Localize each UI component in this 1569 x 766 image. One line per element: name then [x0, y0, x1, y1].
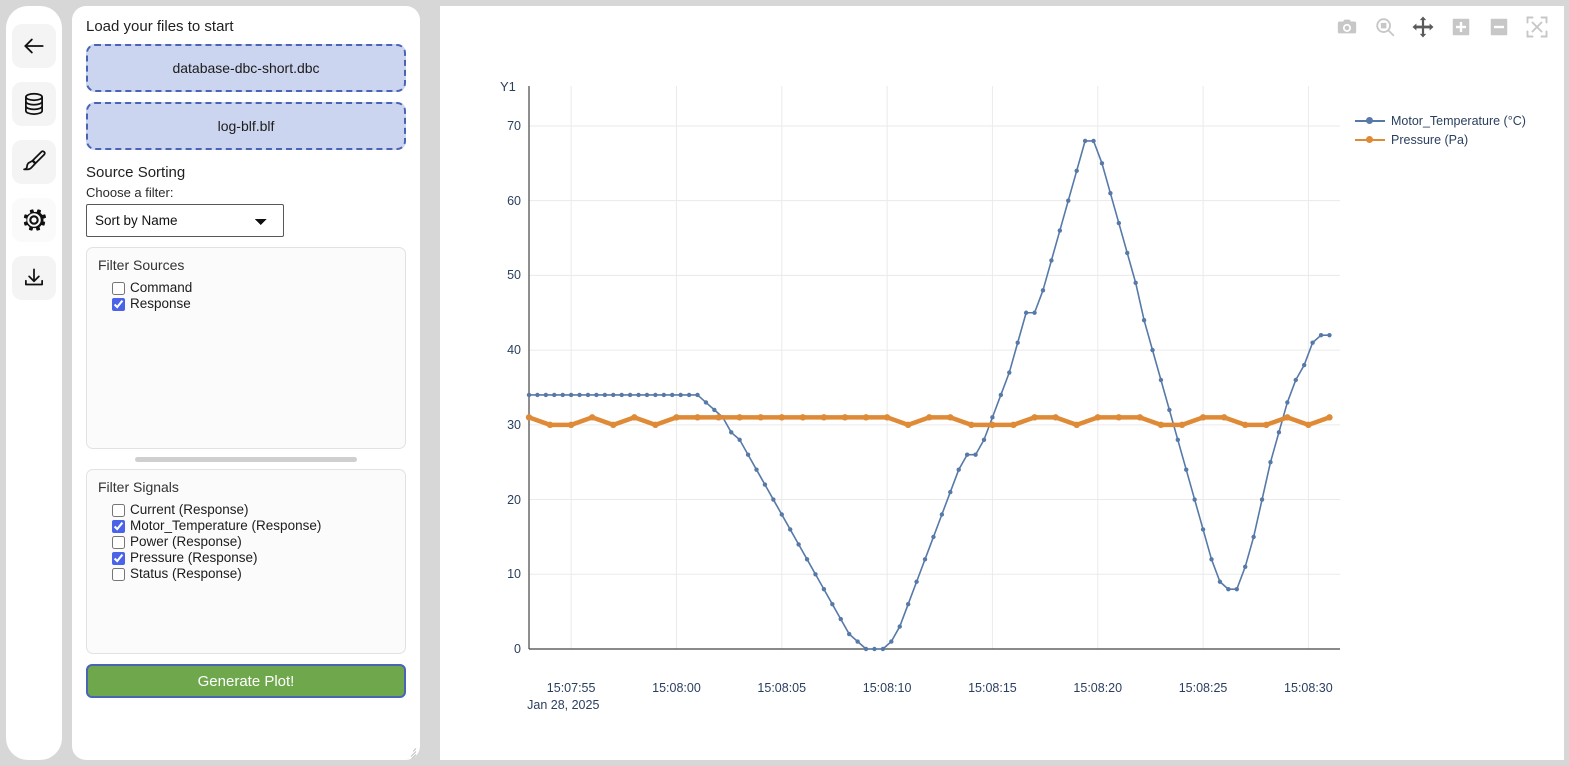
x-axis-tick: 15:08:25: [1178, 681, 1228, 695]
filter-sources-title: Filter Sources: [98, 257, 185, 273]
signal-label-motor-temperature[interactable]: Motor_Temperature (Response): [130, 518, 321, 534]
signal-label-status[interactable]: Status (Response): [130, 566, 242, 582]
source-checkbox-command[interactable]: Command: [112, 280, 394, 296]
paintbrush-icon: [20, 148, 48, 176]
panel-title: Load your files to start: [86, 18, 234, 35]
y-axis-tick: 70: [507, 118, 521, 133]
source-label-command[interactable]: Command: [130, 280, 192, 296]
x-axis-tick: 15:08:00: [652, 681, 701, 695]
panel-resize-divider[interactable]: [86, 449, 406, 469]
y-axis-tick: 20: [507, 492, 521, 507]
download-icon: [21, 265, 47, 291]
filter-sources-panel: Filter Sources Command Response: [86, 247, 406, 449]
x-axis-date-label: Jan 28, 2025: [527, 698, 600, 712]
settings-button[interactable]: [12, 198, 56, 242]
upload-dbc-filename: database-dbc-short.dbc: [172, 60, 320, 76]
signal-checkbox-status[interactable]: Status (Response): [112, 566, 394, 582]
chart-plot-area[interactable]: [440, 6, 1564, 760]
signal-checkbox-input-pressure[interactable]: [112, 551, 125, 565]
y-axis-tick: 60: [507, 193, 521, 208]
source-checkbox-input-response[interactable]: [112, 297, 125, 311]
filter-signals-panel: Filter Signals Current (Response) Motor_…: [86, 469, 406, 654]
signal-checkbox-motor-temperature[interactable]: Motor_Temperature (Response): [112, 518, 394, 534]
upload-dropzone-blf[interactable]: log-blf.blf: [86, 102, 406, 150]
sort-filter-select[interactable]: Sort by Name: [86, 204, 284, 237]
y-axis-tick: 30: [507, 417, 521, 432]
x-axis-tick: 15:08:10: [862, 681, 912, 695]
signal-checkbox-input-motor-temperature[interactable]: [112, 519, 125, 533]
panel-resize-grip[interactable]: [404, 745, 417, 760]
source-sorting-heading: Source Sorting: [86, 164, 186, 181]
control-panel: Load your files to start database-dbc-sh…: [72, 6, 420, 760]
filter-select-label: Choose a filter:: [86, 185, 174, 200]
x-axis-tick: 15:08:30: [1284, 681, 1333, 695]
generate-plot-button[interactable]: Generate Plot!: [86, 664, 406, 698]
source-label-response[interactable]: Response: [130, 296, 191, 312]
icon-rail: [6, 6, 62, 760]
x-axis-tick: 15:07:55: [546, 681, 596, 695]
x-axis-tick: 15:08:15: [968, 681, 1017, 695]
back-button[interactable]: [12, 24, 56, 68]
x-axis-tick: 15:08:05: [757, 681, 807, 695]
x-axis-tick: 15:08:20: [1073, 681, 1123, 695]
signal-label-current[interactable]: Current (Response): [130, 502, 249, 518]
theme-button[interactable]: [12, 140, 56, 184]
y-axis-tick: 10: [507, 567, 521, 582]
signal-checkbox-input-current[interactable]: [112, 503, 125, 517]
signal-checkbox-current[interactable]: Current (Response): [112, 502, 394, 518]
upload-blf-filename: log-blf.blf: [217, 118, 275, 134]
database-button[interactable]: [12, 82, 56, 126]
plot-container: Y1 Motor_Temperature (°C) Pressure (Pa) …: [440, 6, 1564, 760]
download-button[interactable]: [12, 256, 56, 300]
signal-label-pressure[interactable]: Pressure (Response): [130, 550, 258, 566]
upload-dropzone-dbc[interactable]: database-dbc-short.dbc: [86, 44, 406, 92]
source-checkbox-response[interactable]: Response: [112, 296, 394, 312]
database-icon: [21, 91, 47, 117]
y-axis-tick: 50: [507, 268, 521, 283]
signal-checkbox-pressure[interactable]: Pressure (Response): [112, 550, 394, 566]
y-axis-tick: 40: [507, 343, 521, 358]
source-checkbox-input-command[interactable]: [112, 281, 125, 295]
y-axis-tick: 0: [514, 642, 521, 656]
signal-label-power[interactable]: Power (Response): [130, 534, 242, 550]
signal-checkbox-power[interactable]: Power (Response): [112, 534, 394, 550]
app-root: Load your files to start database-dbc-sh…: [0, 0, 1569, 766]
gear-icon: [19, 205, 49, 235]
signal-checkbox-input-power[interactable]: [112, 535, 125, 549]
back-arrow-icon: [21, 33, 47, 59]
filter-signals-title: Filter Signals: [98, 479, 179, 495]
signal-checkbox-input-status[interactable]: [112, 567, 125, 581]
